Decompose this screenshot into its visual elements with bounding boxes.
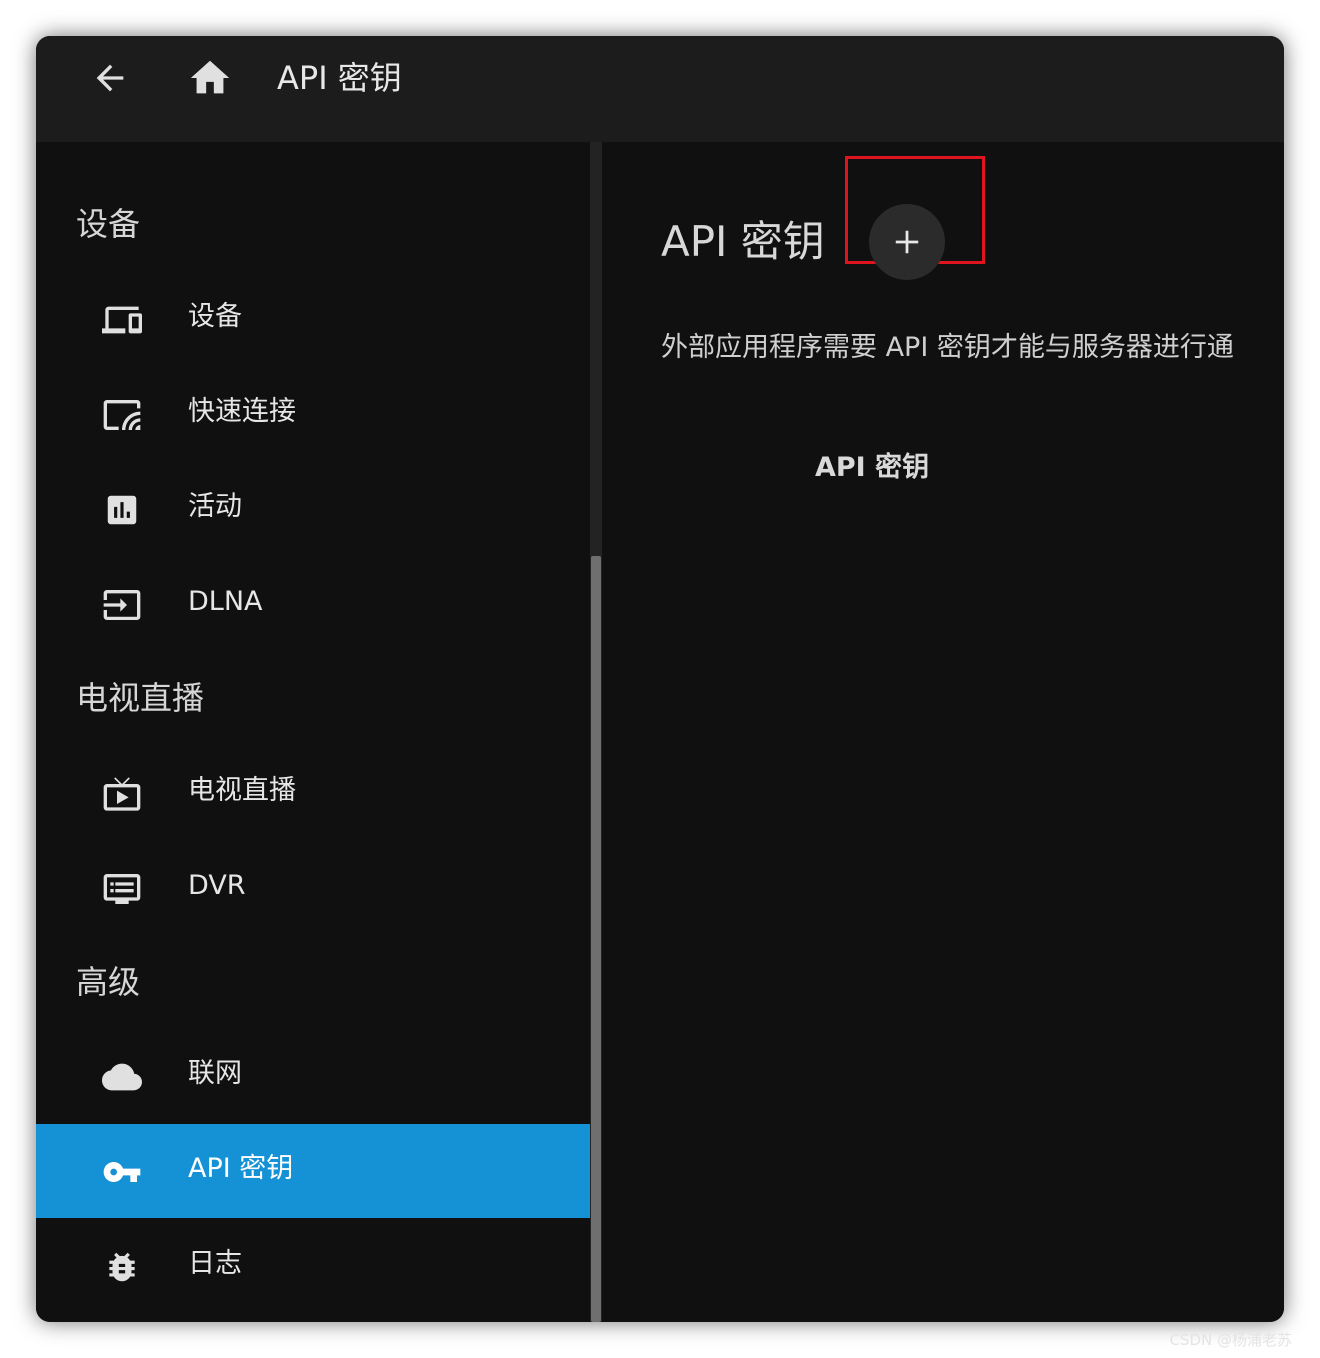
sidebar: 设备 设备 快速连接 活动 DLNA 电视直播 电视直播 DVR 高级 联网 A…	[36, 142, 590, 1322]
main-content: API 密钥 外部应用程序需要 API 密钥才能与服务器进行通 API 密钥	[602, 142, 1284, 1322]
plus-icon	[895, 230, 919, 254]
app-bar-title: API 密钥	[277, 59, 402, 97]
watermark: CSDN @杨浦老苏	[1169, 1331, 1292, 1349]
sidebar-item-label: 电视直播	[188, 775, 296, 806]
sidebar-item-label: 快速连接	[188, 396, 296, 427]
home-icon	[190, 60, 230, 94]
sidebar-scrollbar-thumb[interactable]	[591, 556, 601, 1322]
home-button[interactable]	[186, 54, 234, 102]
sidebar-item-live-tv[interactable]: 电视直播	[36, 746, 590, 840]
api-keys-description: 外部应用程序需要 API 密钥才能与服务器进行通	[661, 332, 1234, 363]
api-keys-table-header: API 密钥	[815, 452, 930, 483]
dvr-icon	[102, 869, 142, 909]
bug-icon	[102, 1247, 142, 1287]
sidebar-item-label: API 密钥	[188, 1153, 294, 1184]
page-title: API 密钥	[661, 217, 825, 266]
sidebar-item-label: DLNA	[188, 586, 263, 617]
devices-icon	[102, 300, 142, 340]
app-bar: API 密钥	[36, 36, 1284, 142]
app-window: API 密钥 设备 设备 快速连接 活动 DLNA 电视直播 电视直播 DVR …	[36, 36, 1284, 1322]
sidebar-item-label: 联网	[188, 1058, 242, 1089]
add-api-key-button[interactable]	[869, 204, 945, 280]
cloud-icon	[102, 1057, 142, 1097]
sidebar-item-api-keys[interactable]: API 密钥	[36, 1124, 590, 1218]
sidebar-item-label: DVR	[188, 870, 246, 901]
cast-icon	[102, 395, 142, 435]
sidebar-item-networking[interactable]: 联网	[36, 1029, 590, 1123]
back-button[interactable]	[88, 56, 132, 100]
sidebar-item-label: 活动	[188, 491, 242, 522]
sidebar-item-label: 设备	[188, 301, 242, 332]
section-header-live-tv: 电视直播	[76, 679, 205, 717]
live-tv-icon	[102, 774, 142, 814]
arrow-left-icon	[96, 64, 124, 92]
input-icon	[102, 585, 142, 625]
key-icon	[102, 1152, 142, 1192]
section-header-advanced: 高级	[76, 963, 141, 1001]
sidebar-item-logs[interactable]: 日志	[36, 1219, 590, 1313]
sidebar-item-activity[interactable]: 活动	[36, 462, 590, 556]
sidebar-item-dlna[interactable]: DLNA	[36, 557, 590, 651]
bar-chart-icon	[102, 490, 142, 530]
sidebar-item-quick-connect[interactable]: 快速连接	[36, 367, 590, 461]
section-header-devices: 设备	[76, 205, 141, 243]
sidebar-item-label: 日志	[188, 1248, 242, 1279]
sidebar-item-dvr[interactable]: DVR	[36, 841, 590, 935]
sidebar-item-devices[interactable]: 设备	[36, 272, 590, 366]
